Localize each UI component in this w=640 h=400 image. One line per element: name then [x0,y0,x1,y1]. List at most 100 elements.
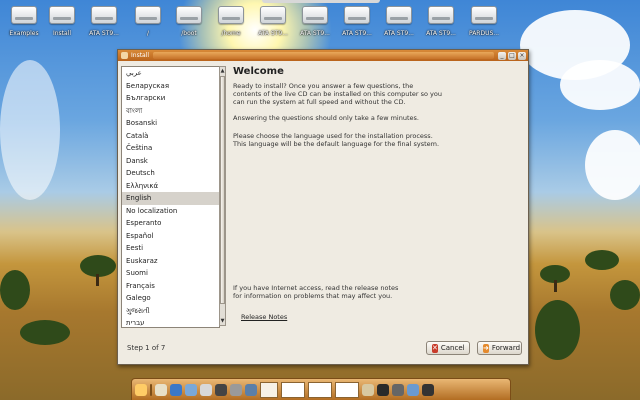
tree-trunk [554,280,557,292]
desktop-icon-label: PARDUS... [468,30,500,37]
window-title: Install [131,52,150,59]
titlebar-fill [153,52,494,59]
desktop-icon[interactable]: ATA ST9... [249,4,297,37]
language-item[interactable]: Galego [122,292,219,305]
desktop-icon[interactable]: ATA ST9... [417,4,465,37]
desktop-icon[interactable]: ATA ST9... [333,4,381,37]
language-item[interactable]: Euskaraz [122,255,219,268]
chat-icon[interactable] [185,383,197,396]
terminal-icon[interactable] [215,383,227,396]
language-item[interactable]: Français [122,280,219,293]
drive-icon [471,6,497,24]
drive-icon [91,6,117,24]
clock-icon[interactable] [422,383,434,396]
settings-icon[interactable] [230,383,242,396]
drive-icon [135,6,161,24]
mail-icon[interactable] [200,383,212,396]
desktop-pager[interactable] [260,381,278,398]
language-item[interactable]: Ελληνικά [122,180,219,193]
window-titlebar[interactable]: Install _ □ × [118,50,528,61]
scroll-up-icon[interactable]: ▲ [220,68,225,74]
bush [0,270,30,310]
desktop-icon-label: /boot [181,30,197,37]
drive-icon [218,6,244,24]
language-item[interactable]: Dansk [122,155,219,168]
volume-icon[interactable] [377,383,389,396]
desktop-icon[interactable]: Install [38,4,86,37]
step-indicator: Step 1 of 7 [127,344,166,352]
language-item[interactable]: עברית [122,317,219,327]
task-slot[interactable] [335,381,359,398]
drive-icon [176,6,202,24]
cloud [560,60,640,110]
bush [610,280,640,310]
minimize-button[interactable]: _ [498,51,506,60]
language-item[interactable]: No localization [122,205,219,218]
cancel-button[interactable]: ✕ Cancel [426,341,470,355]
drive-icon [302,6,328,24]
desktop-icon[interactable]: ATA ST9... [291,4,339,37]
forward-label: Forward [491,344,521,352]
language-item[interactable]: বাংলা [122,105,219,118]
display-icon[interactable] [245,383,257,396]
language-item[interactable]: عربي [122,67,219,80]
language-item[interactable]: Eesti [122,242,219,255]
language-item[interactable]: Български [122,92,219,105]
start-menu-icon[interactable] [135,383,147,396]
forward-button[interactable]: ➜ Forward [477,341,522,355]
desktop-icon-label: ATA ST9... [300,30,330,37]
separator-icon [150,383,152,396]
scrollbar-thumb[interactable] [220,76,225,304]
install-window: Install _ □ × عربي Беларуская Български বাং… [117,49,529,365]
language-item[interactable]: Català [122,130,219,143]
language-item[interactable]: Deutsch [122,167,219,180]
forward-arrow-icon: ➜ [483,343,489,353]
home-folder-icon[interactable] [155,383,167,396]
maximize-button[interactable]: □ [508,51,516,60]
page-title: Welcome [233,66,284,77]
desktop-icon[interactable]: PARDUS... [460,4,508,37]
release-info-text: If you have Internet access, read the re… [233,284,399,300]
examples-icon [11,6,37,24]
bush [535,300,580,360]
browser-icon[interactable] [170,383,182,396]
language-item[interactable]: ગુજરાતી [122,305,219,318]
desktop-icon[interactable]: /boot [165,4,213,37]
desktop-icon[interactable]: /home [207,4,255,37]
drive-icon [428,6,454,24]
tree [585,250,619,270]
language-item[interactable]: Čeština [122,142,219,155]
desktop-icon-label: ATA ST9... [384,30,414,37]
cancel-label: Cancel [440,344,465,352]
battery-icon[interactable] [392,383,404,396]
language-item[interactable]: Беларуская [122,80,219,93]
close-button[interactable]: × [518,51,526,60]
bush [20,320,70,345]
scroll-down-icon[interactable]: ▼ [220,318,225,324]
top-panel-edge [262,0,380,3]
task-slot[interactable] [308,381,332,398]
desktop-icon-label: Install [52,30,72,37]
language-list-scrollbar[interactable]: ▲ ▼ [219,66,226,326]
language-item[interactable]: Esperanto [122,217,219,230]
network-icon[interactable] [362,383,374,396]
drive-icon [344,6,370,24]
desktop-icon[interactable]: ATA ST9... [80,4,128,37]
drive-icon [386,6,412,24]
language-list[interactable]: عربي Беларуская Български বাংলা Bosanski Cata… [121,66,220,328]
desktop-icon-label: ATA ST9... [258,30,288,37]
desktop-icon[interactable]: ATA ST9... [375,4,423,37]
language-item[interactable]: English [122,192,219,205]
language-item[interactable]: Suomi [122,267,219,280]
language-item[interactable]: Español [122,230,219,243]
update-icon[interactable] [407,383,419,396]
desktop-icon-label: ATA ST9... [342,30,372,37]
task-slot[interactable] [281,381,305,398]
desktop-icon-label: ATA ST9... [426,30,456,37]
intro-text: Ready to install? Once you answer a few … [233,82,442,106]
app-icon [121,52,128,59]
desktop-icon-label: /home [221,30,241,37]
install-icon [49,6,75,24]
language-item[interactable]: Bosanski [122,117,219,130]
release-notes-link[interactable]: Release Notes [241,313,287,321]
